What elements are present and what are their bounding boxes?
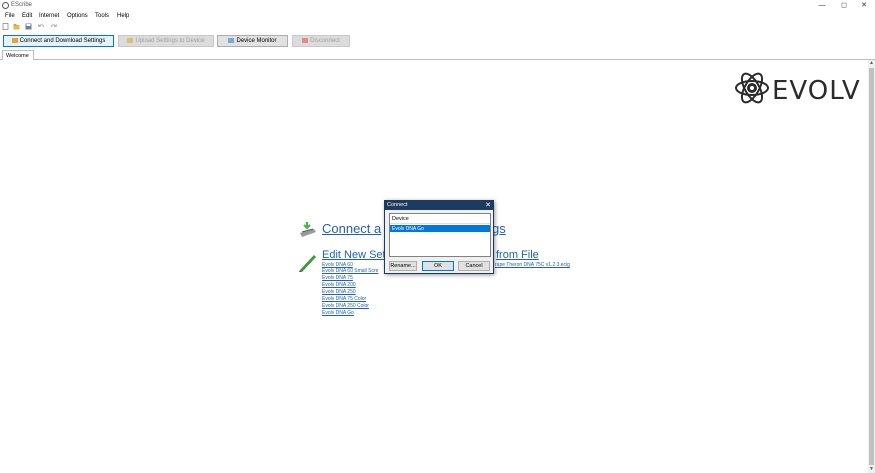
device-monitor-label: Device Monitor [236, 38, 277, 44]
device-link-dna75-color[interactable]: Evolv DNA 75 Color [322, 296, 366, 302]
disconnect-label: Disconnect [310, 38, 340, 44]
connect-download-label: Connect and Download Settings [19, 38, 106, 44]
cancel-button[interactable]: Cancel [458, 261, 490, 271]
connect-link-left[interactable]: Connect a [322, 221, 381, 236]
tab-strip: Welcome [0, 49, 875, 60]
connect-device-icon [300, 222, 316, 237]
evolv-logo: EVOLV [734, 68, 864, 112]
title-bar: EScribe — ◻ ✕ [0, 0, 875, 11]
device-link-dna75[interactable]: Evolv DNA 75 [322, 275, 353, 281]
action-bar: Connect and Download Settings Upload Set… [0, 32, 875, 49]
app-icon [2, 2, 9, 9]
atom-logo-icon [735, 72, 769, 104]
save-icon[interactable] [25, 23, 32, 30]
device-link-dna-go[interactable]: Evolv DNA Go [322, 310, 354, 316]
menu-edit[interactable]: Edit [22, 13, 32, 19]
undo-icon[interactable] [38, 23, 45, 30]
maximize-button[interactable]: ◻ [833, 0, 855, 11]
connect-dialog: Connect ✕ Device Evolv DNA Go Rename... … [384, 200, 494, 274]
ok-button[interactable]: OK [422, 261, 454, 271]
open-icon[interactable] [13, 23, 20, 30]
menu-tools[interactable]: Tools [95, 13, 109, 19]
menu-bar: File Edit Internet Options Tools Help [0, 11, 875, 21]
device-link-dna250[interactable]: Evolv DNA 250 [322, 289, 356, 295]
connect-link-right[interactable]: gs [492, 221, 506, 236]
device-link-dna200[interactable]: Evolv DNA 200 [322, 282, 356, 288]
pencil-icon [299, 255, 316, 272]
window-title: EScribe [11, 2, 33, 8]
menu-file[interactable]: File [5, 13, 15, 19]
dialog-title: Connect [385, 201, 493, 210]
vertical-scrollbar[interactable]: ▲ ▼ [868, 60, 875, 473]
upload-settings-button[interactable]: Upload Settings to Device [118, 35, 214, 47]
scroll-up-icon[interactable]: ▲ [868, 60, 875, 67]
tab-welcome[interactable]: Welcome [2, 50, 34, 60]
connect-icon [11, 38, 18, 43]
disconnect-icon [302, 38, 309, 43]
new-icon[interactable] [2, 23, 9, 30]
logo-wordmark: EVOLV [772, 76, 861, 106]
device-monitor-button[interactable]: Device Monitor [217, 35, 288, 47]
device-link-dna250-color[interactable]: Evolv DNA 250 Color [322, 303, 369, 309]
upload-icon [127, 38, 134, 43]
monitor-icon [228, 38, 235, 43]
disconnect-button[interactable]: Disconnect [292, 35, 350, 47]
device-list[interactable]: Device Evolv DNA Go [389, 213, 491, 257]
redo-icon[interactable] [50, 23, 57, 30]
rename-button[interactable]: Rename... [389, 261, 417, 271]
scroll-thumb[interactable] [869, 68, 874, 465]
scroll-down-icon[interactable]: ▼ [868, 466, 875, 473]
connect-download-button[interactable]: Connect and Download Settings [3, 35, 114, 47]
device-link-dna60-small[interactable]: Evolv DNA 60 Small Scre [322, 268, 378, 274]
menu-help[interactable]: Help [117, 13, 129, 19]
dialog-close-icon[interactable]: ✕ [485, 201, 491, 210]
device-list-item[interactable]: Evolv DNA Go [390, 225, 490, 232]
upload-settings-label: Upload Settings to Device [135, 38, 205, 44]
edit-from-file-link[interactable]: from File [496, 249, 539, 261]
minimize-button[interactable]: — [811, 0, 833, 11]
menu-internet[interactable]: Internet [39, 13, 59, 19]
recent-file-link[interactable]: rape Theron DNA 75C v1.2.3.ecig [495, 262, 570, 268]
menu-options[interactable]: Options [67, 13, 88, 19]
toolbar [0, 21, 875, 32]
close-window-button[interactable]: ✕ [853, 0, 875, 11]
device-column-header[interactable]: Device [390, 214, 490, 224]
